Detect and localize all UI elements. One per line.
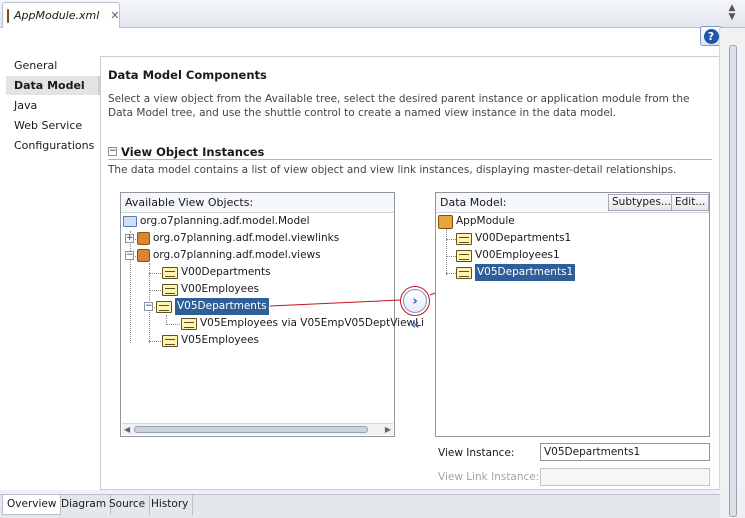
- tree-item-v05employees-via-link[interactable]: V05Employees via V05EmpV05DeptViewLi: [181, 315, 424, 332]
- edit-button[interactable]: Edit...: [671, 194, 710, 211]
- tree-item-label: AppModule: [456, 215, 515, 227]
- view-instance-field[interactable]: V05Departments1: [540, 443, 710, 461]
- data-model-panel: Data Model: Subtypes... Edit... AppModul…: [435, 192, 710, 437]
- data-model-label: Data Model:: [440, 196, 507, 209]
- tree-item-v00departments1[interactable]: V00Departments1: [456, 230, 571, 247]
- tree-item-label: org.o7planning.adf.model.viewlinks: [153, 232, 340, 244]
- tab-diagram[interactable]: Diagram: [57, 495, 112, 515]
- view-link-instance-label: View Link Instance:: [438, 471, 540, 483]
- project-folder-icon: [123, 216, 137, 227]
- tab-history[interactable]: History: [147, 495, 194, 515]
- horizontal-scrollbar[interactable]: ◀ ▶: [122, 423, 393, 435]
- tree-item-v05employees[interactable]: V05Employees: [162, 332, 259, 349]
- page-description: Select a view object from the Available …: [108, 93, 690, 119]
- view-link-icon: [181, 317, 197, 330]
- help-icon: ?: [703, 28, 719, 44]
- view-instance-label: View Instance:: [438, 447, 515, 459]
- section-title: View Object Instances: [121, 144, 265, 159]
- available-view-objects-label: Available View Objects:: [121, 193, 394, 213]
- view-object-icon: [162, 266, 178, 279]
- section-collapse-toggle[interactable]: −: [108, 147, 117, 156]
- nav-item-general[interactable]: General: [6, 56, 100, 75]
- section-header: − View Object Instances: [108, 144, 712, 160]
- view-instance-icon: [456, 232, 472, 245]
- data-model-header: Data Model: Subtypes... Edit...: [436, 193, 710, 213]
- tree-item-v05departments1[interactable]: V05Departments1: [456, 264, 576, 281]
- bottom-tab-bar: Overview Diagram Source History: [0, 494, 720, 518]
- tree-item-label: V00Departments: [181, 266, 271, 278]
- scroll-left-icon[interactable]: ◀: [124, 425, 130, 434]
- tree-item-label: V05Employees via V05EmpV05DeptViewLi: [200, 317, 424, 329]
- tree-item-viewlinks[interactable]: + org.o7planning.adf.model.viewlinks: [125, 230, 339, 247]
- tree-item-label: org.o7planning.adf.model.Model: [140, 215, 310, 227]
- tree-item-label-selected: V05Departments1: [475, 264, 576, 281]
- close-icon[interactable]: ✕: [110, 9, 119, 22]
- shuttle-add-button[interactable]: ›: [403, 289, 427, 313]
- view-instance-icon: [456, 266, 472, 279]
- collapse-icon[interactable]: −: [125, 251, 134, 260]
- nav-item-web-service[interactable]: Web Service: [6, 116, 100, 135]
- nav-item-java[interactable]: Java: [6, 96, 100, 115]
- section-description: The data model contains a list of view o…: [108, 164, 677, 176]
- tab-list-icon[interactable]: ▲ ▼: [722, 4, 742, 24]
- tree-item-label: V05Employees: [181, 334, 260, 346]
- tree-item-label: org.o7planning.adf.model.views: [153, 249, 321, 261]
- tree-item-model-root[interactable]: org.o7planning.adf.model.Model: [123, 213, 310, 230]
- left-navigation: General Data Model Java Web Service Conf…: [6, 56, 100, 490]
- tree-item-v00departments[interactable]: V00Departments: [162, 264, 271, 281]
- nav-item-data-model[interactable]: Data Model: [6, 76, 100, 95]
- package-icon: [137, 249, 150, 262]
- view-object-icon: [162, 283, 178, 296]
- scroll-right-icon[interactable]: ▶: [385, 425, 391, 434]
- scrollbar-thumb[interactable]: [134, 426, 368, 433]
- tree-item-v00employees[interactable]: V00Employees: [162, 281, 259, 298]
- vertical-scrollbar[interactable]: [719, 28, 745, 517]
- available-view-objects-panel: Available View Objects: org.o7planning.a…: [120, 192, 424, 437]
- page-title: Data Model Components: [108, 68, 267, 82]
- view-instance-icon: [456, 249, 472, 262]
- tree-item-appmodule[interactable]: AppModule: [438, 213, 515, 230]
- editor-tab-appmodule[interactable]: AppModule.xml ✕: [2, 2, 120, 28]
- view-object-icon: [156, 300, 172, 313]
- tree-item-label: V00Departments1: [475, 232, 572, 244]
- tree-item-label-selected: V05Departments: [175, 298, 269, 315]
- tab-overview[interactable]: Overview: [2, 495, 62, 515]
- editor-tab-label: AppModule.xml: [14, 9, 100, 22]
- shuttle-remove-button[interactable]: «: [407, 318, 423, 334]
- tree-item-label: V00Employees1: [475, 249, 560, 261]
- expand-icon[interactable]: +: [125, 234, 134, 243]
- application-module-icon: [7, 8, 9, 23]
- tree-item-label: V00Employees: [181, 283, 260, 295]
- tree-item-v05departments[interactable]: − V05Departments: [144, 298, 269, 315]
- application-module-icon: [438, 214, 453, 229]
- package-icon: [137, 232, 150, 245]
- tab-source[interactable]: Source: [105, 495, 151, 515]
- editor-tab-strip: AppModule.xml ✕ ▲ ▼: [0, 0, 745, 28]
- tree-item-views[interactable]: − org.o7planning.adf.model.views: [125, 247, 321, 264]
- subtypes-button[interactable]: Subtypes...: [608, 194, 675, 211]
- view-link-instance-field: [540, 468, 710, 486]
- scrollbar-thumb[interactable]: [729, 45, 737, 517]
- nav-item-configurations[interactable]: Configurations: [6, 136, 100, 155]
- tree-item-v00employees1[interactable]: V00Employees1: [456, 247, 560, 264]
- view-object-icon: [162, 334, 178, 347]
- collapse-icon[interactable]: −: [144, 302, 153, 311]
